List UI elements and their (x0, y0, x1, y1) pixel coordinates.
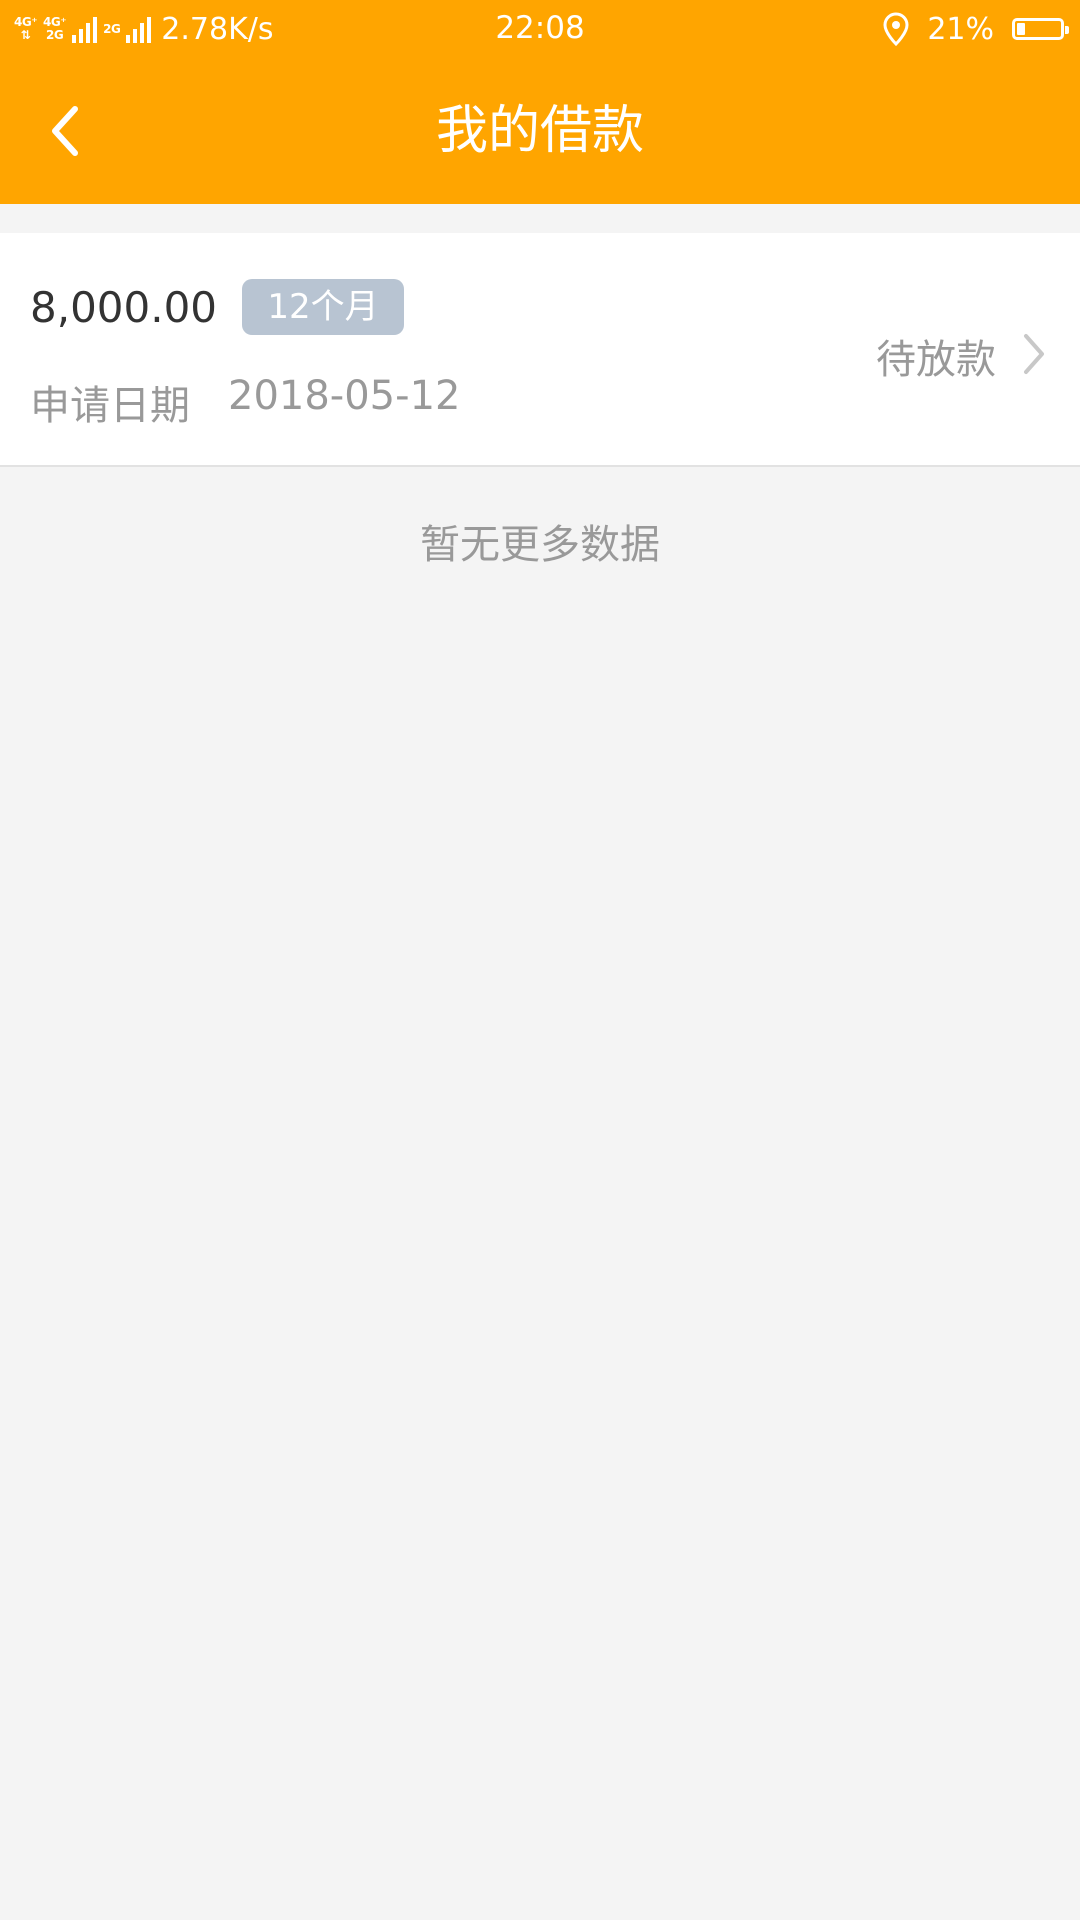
loan-list-item[interactable]: 8,000.00 12个月 申请日期 2018-05-12 待放款 (0, 233, 1080, 467)
status-bar: 4G⁺ ⇅ 4G⁺ 2G 2G 2.78K/s 22:08 21% (0, 0, 1080, 58)
status-right: 21% (883, 8, 1069, 50)
battery-level (1017, 23, 1025, 35)
no-more-data-text: 暂无更多数据 (420, 522, 660, 568)
application-date-label: 申请日期 (30, 383, 190, 429)
page-title: 我的借款 (435, 101, 644, 161)
location-icon (883, 12, 909, 46)
loan-amount: 8,000.00 (30, 283, 218, 332)
battery-icon (1012, 18, 1069, 40)
application-date-value: 2018-05-12 (228, 373, 461, 419)
loan-term-badge: 12个月 (242, 279, 404, 335)
chevron-right-icon (1014, 327, 1054, 381)
loan-status: 待放款 (876, 337, 996, 383)
title-bar: 我的借款 (0, 58, 1080, 204)
battery-percent: 21% (927, 11, 994, 47)
